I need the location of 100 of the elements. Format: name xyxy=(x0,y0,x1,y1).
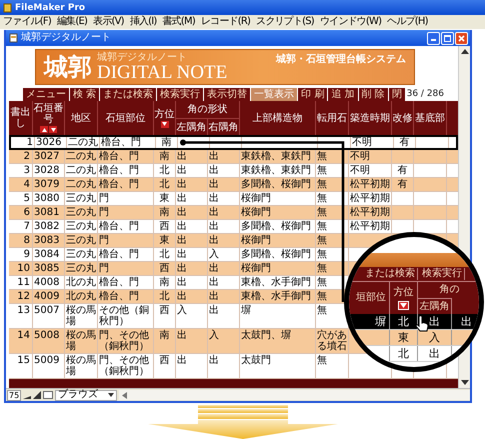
table-cell: 5009 xyxy=(33,354,65,378)
table-cell: 3079 xyxy=(33,178,65,191)
logo-text: 城郭 xyxy=(44,53,92,81)
table-cell: 多聞櫓、桜御門 xyxy=(240,248,316,261)
table-cell: 有 xyxy=(394,137,416,148)
table-cell: 東鉄櫓、東鉄門 xyxy=(240,150,316,163)
window-title: 城郭デジタルノート xyxy=(21,32,112,44)
table-cell: 門 xyxy=(98,192,154,205)
banner-subtitle: 城郭デジタルノート xyxy=(97,52,188,63)
table-cell: 4008 xyxy=(33,276,65,289)
table-cell: 松平初期 xyxy=(349,206,392,219)
table-cell: 出 xyxy=(176,276,208,289)
table-cell: 無 xyxy=(316,150,349,163)
table-cell: 二の丸 xyxy=(67,137,100,148)
table-cell: 9 xyxy=(9,248,33,261)
table-cell: 三の丸 xyxy=(65,192,98,205)
table-cell: 3026 xyxy=(35,137,67,148)
table-cell: 東鉄櫓、東鉄門 xyxy=(240,164,316,177)
table-cell: 西 xyxy=(154,220,176,233)
table-cell: その他（銅秋門） xyxy=(98,304,154,328)
table-cell: 二の丸 xyxy=(65,150,98,163)
table-cell: 西 xyxy=(154,262,176,275)
table-cell: 三の丸 xyxy=(65,262,98,275)
table-cell: 南 xyxy=(154,150,176,163)
table-cell: 入 xyxy=(208,329,240,353)
column-group-header: 角の xyxy=(418,282,479,298)
table-cell: 不明 xyxy=(349,150,392,163)
table-cell: 2 xyxy=(9,150,33,163)
table-cell: 東 xyxy=(154,234,176,247)
table-cell: 出 xyxy=(208,262,240,275)
table-cell: 5008 xyxy=(33,329,65,353)
table-cell: 無 xyxy=(316,354,349,378)
header-label: 石垣番号 xyxy=(33,103,64,125)
table-cell: 出 xyxy=(176,150,208,163)
table-cell: 3084 xyxy=(33,248,65,261)
table-cell: 櫓台、門 xyxy=(98,220,154,233)
header-label: 方位 xyxy=(154,108,174,120)
table-cell: 南 xyxy=(154,329,176,353)
table-cell: 出 xyxy=(418,346,452,361)
table-cell: 門、その他（銅秋門） xyxy=(98,354,154,378)
table-cell: 西 xyxy=(154,304,176,328)
table-cell: 出 xyxy=(208,206,240,219)
table-cell: 桜御門 xyxy=(240,192,316,205)
table-cell: 出 xyxy=(176,178,208,191)
table-cell: 太鼓門、塀 xyxy=(240,329,316,353)
table-cell: 出 xyxy=(176,329,208,353)
table-cell: 東 xyxy=(154,192,176,205)
table-cell: 出 xyxy=(176,290,208,303)
table-cell: 二の丸 xyxy=(65,178,98,191)
table-cell: 無 xyxy=(316,192,349,205)
table-cell: 三の丸 xyxy=(65,220,98,233)
table-cell: 12 xyxy=(9,290,33,303)
table-cell: 出 xyxy=(208,192,240,205)
table-cell: 北 xyxy=(154,178,176,191)
table-cell: 櫓台、門 xyxy=(100,137,156,148)
table-cell: 出 xyxy=(176,164,208,177)
table-cell: 1 xyxy=(11,137,35,148)
table-cell: 門 xyxy=(98,262,154,275)
table-cell: 門 xyxy=(98,206,154,219)
column-group-header: 角の形状 xyxy=(176,101,240,118)
table-cell: 北 xyxy=(154,248,176,261)
table-cell: 北の丸 xyxy=(65,276,98,289)
table-cell: 櫓台、門 xyxy=(98,178,154,191)
table-cell: 出 xyxy=(208,178,240,191)
table-cell: 入 xyxy=(176,304,208,328)
table-cell: 西 xyxy=(154,354,176,378)
table-cell: 出 xyxy=(208,276,240,289)
table-cell: 不明 xyxy=(349,164,392,177)
table-cell: 14 xyxy=(9,329,33,353)
table-cell: 多聞櫓、桜御門 xyxy=(240,220,316,233)
table-cell: 出 xyxy=(208,220,240,233)
table-cell: 5 xyxy=(9,192,33,205)
table-cell: 有 xyxy=(392,164,414,177)
table-cell: 櫓台、門 xyxy=(98,248,154,261)
table-cell: 櫓台、門 xyxy=(98,276,154,289)
table-cell: 出 xyxy=(208,150,240,163)
table-cell: 出 xyxy=(176,192,208,205)
table-cell: 松平初期 xyxy=(349,178,392,191)
table-cell: 6 xyxy=(9,206,33,219)
window-title: FileMaker Pro xyxy=(15,2,86,12)
table-cell: 3 xyxy=(9,164,33,177)
table-cell: 出 xyxy=(176,234,208,247)
table-cell: 北 xyxy=(390,346,418,361)
table-cell: 無 xyxy=(316,206,349,219)
table-cell: 多聞櫓、桜御門 xyxy=(240,178,316,191)
table-cell: 南 xyxy=(154,276,176,289)
table-cell: 3028 xyxy=(33,164,65,177)
table-cell: 出 xyxy=(208,234,240,247)
record-count: 36 / 286 xyxy=(406,89,444,99)
table-cell: 出 xyxy=(176,206,208,219)
table-cell: 8 xyxy=(9,234,33,247)
table-cell: 東櫓、水手御門 xyxy=(240,276,316,289)
table-cell: 10 xyxy=(9,262,33,275)
table-cell: 櫓台、門 xyxy=(98,150,154,163)
table-cell: 櫓台、門 xyxy=(98,290,154,303)
table-cell: 桜の馬場 xyxy=(65,329,98,353)
table-cell: 入 xyxy=(208,248,240,261)
table-cell: 出 xyxy=(208,164,240,177)
banner-title: DIGITAL NOTE xyxy=(97,63,228,82)
table-cell: 4 xyxy=(9,178,33,191)
